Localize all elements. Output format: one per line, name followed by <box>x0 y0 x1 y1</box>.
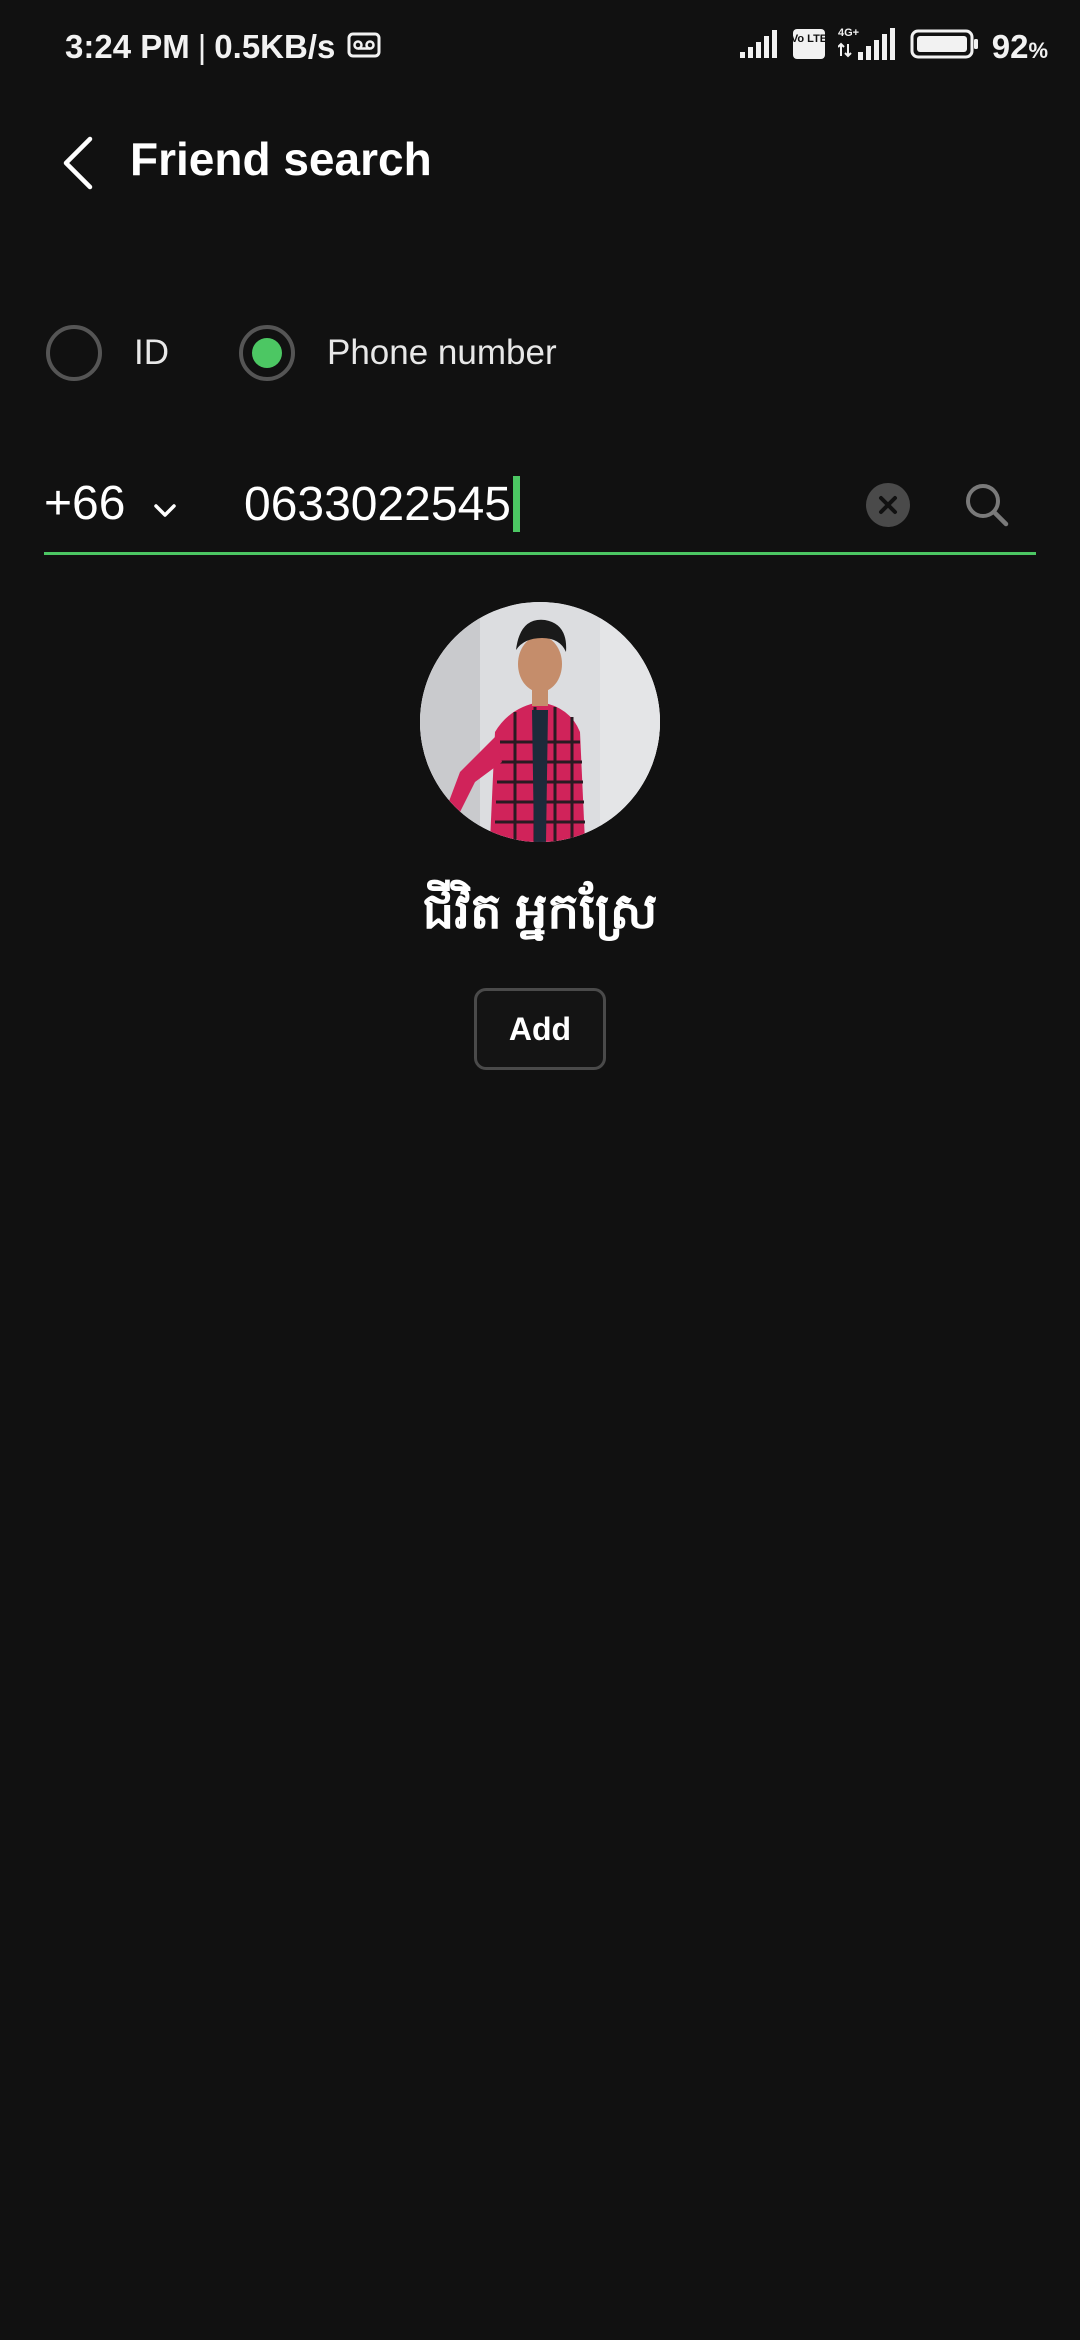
radio-selected-dot <box>252 338 282 368</box>
volte-label: Vo LTE <box>792 33 826 45</box>
phone-search-row: +66 0633022545 <box>44 462 1036 555</box>
phone-number-value[interactable]: 0633022545 <box>244 477 511 532</box>
search-icon <box>966 484 1009 527</box>
add-button[interactable]: Add <box>474 988 606 1070</box>
radio-option-id[interactable]: ID <box>46 325 169 381</box>
radio-phone-circle[interactable] <box>239 325 295 381</box>
result-name: ជីវិត អ្នកស្រែ <box>422 883 658 939</box>
radio-option-phone-number[interactable]: Phone number <box>239 325 557 381</box>
voicemail-icon <box>347 28 381 66</box>
status-time: 3:24 PM <box>65 28 190 65</box>
clear-button[interactable] <box>865 482 911 528</box>
radio-id-circle[interactable] <box>46 325 102 381</box>
search-type-radio-group: ID Phone number <box>46 325 627 381</box>
battery-unit: % <box>1028 37 1048 63</box>
signal-icon <box>738 28 780 65</box>
header: Friend search <box>0 110 1080 210</box>
search-button[interactable] <box>962 480 1012 530</box>
back-button[interactable] <box>48 128 108 198</box>
country-code-value: +66 <box>44 477 126 530</box>
network-speed: 0.5KB/s <box>214 28 336 65</box>
country-code-selector[interactable]: +66 <box>44 476 177 531</box>
status-separator: | <box>197 28 207 65</box>
battery-value: 92 <box>991 27 1029 65</box>
text-cursor <box>512 476 520 532</box>
status-right: Vo LTE 4G+ 92% <box>726 26 1048 67</box>
avatar[interactable] <box>420 602 660 842</box>
signal-4g-icon: 4G+ <box>837 26 898 67</box>
battery-percentage: 92% <box>992 28 1048 66</box>
radio-id-label[interactable]: ID <box>134 333 169 373</box>
battery-icon <box>910 28 980 65</box>
clear-icon <box>866 483 910 527</box>
status-left: 3:24 PM | 0.5KB/s <box>65 28 381 66</box>
phone-number-input[interactable]: 0633022545 <box>244 476 520 532</box>
network-type-label: 4G+ <box>838 27 859 39</box>
page-title: Friend search <box>130 133 432 185</box>
back-arrow-icon <box>63 136 93 190</box>
volte-icon: Vo LTE <box>791 28 827 65</box>
chevron-down-icon <box>153 476 177 531</box>
status-bar: 3:24 PM | 0.5KB/s Vo LTE 4G+ 92% <box>0 0 1080 100</box>
radio-phone-label[interactable]: Phone number <box>327 333 557 373</box>
